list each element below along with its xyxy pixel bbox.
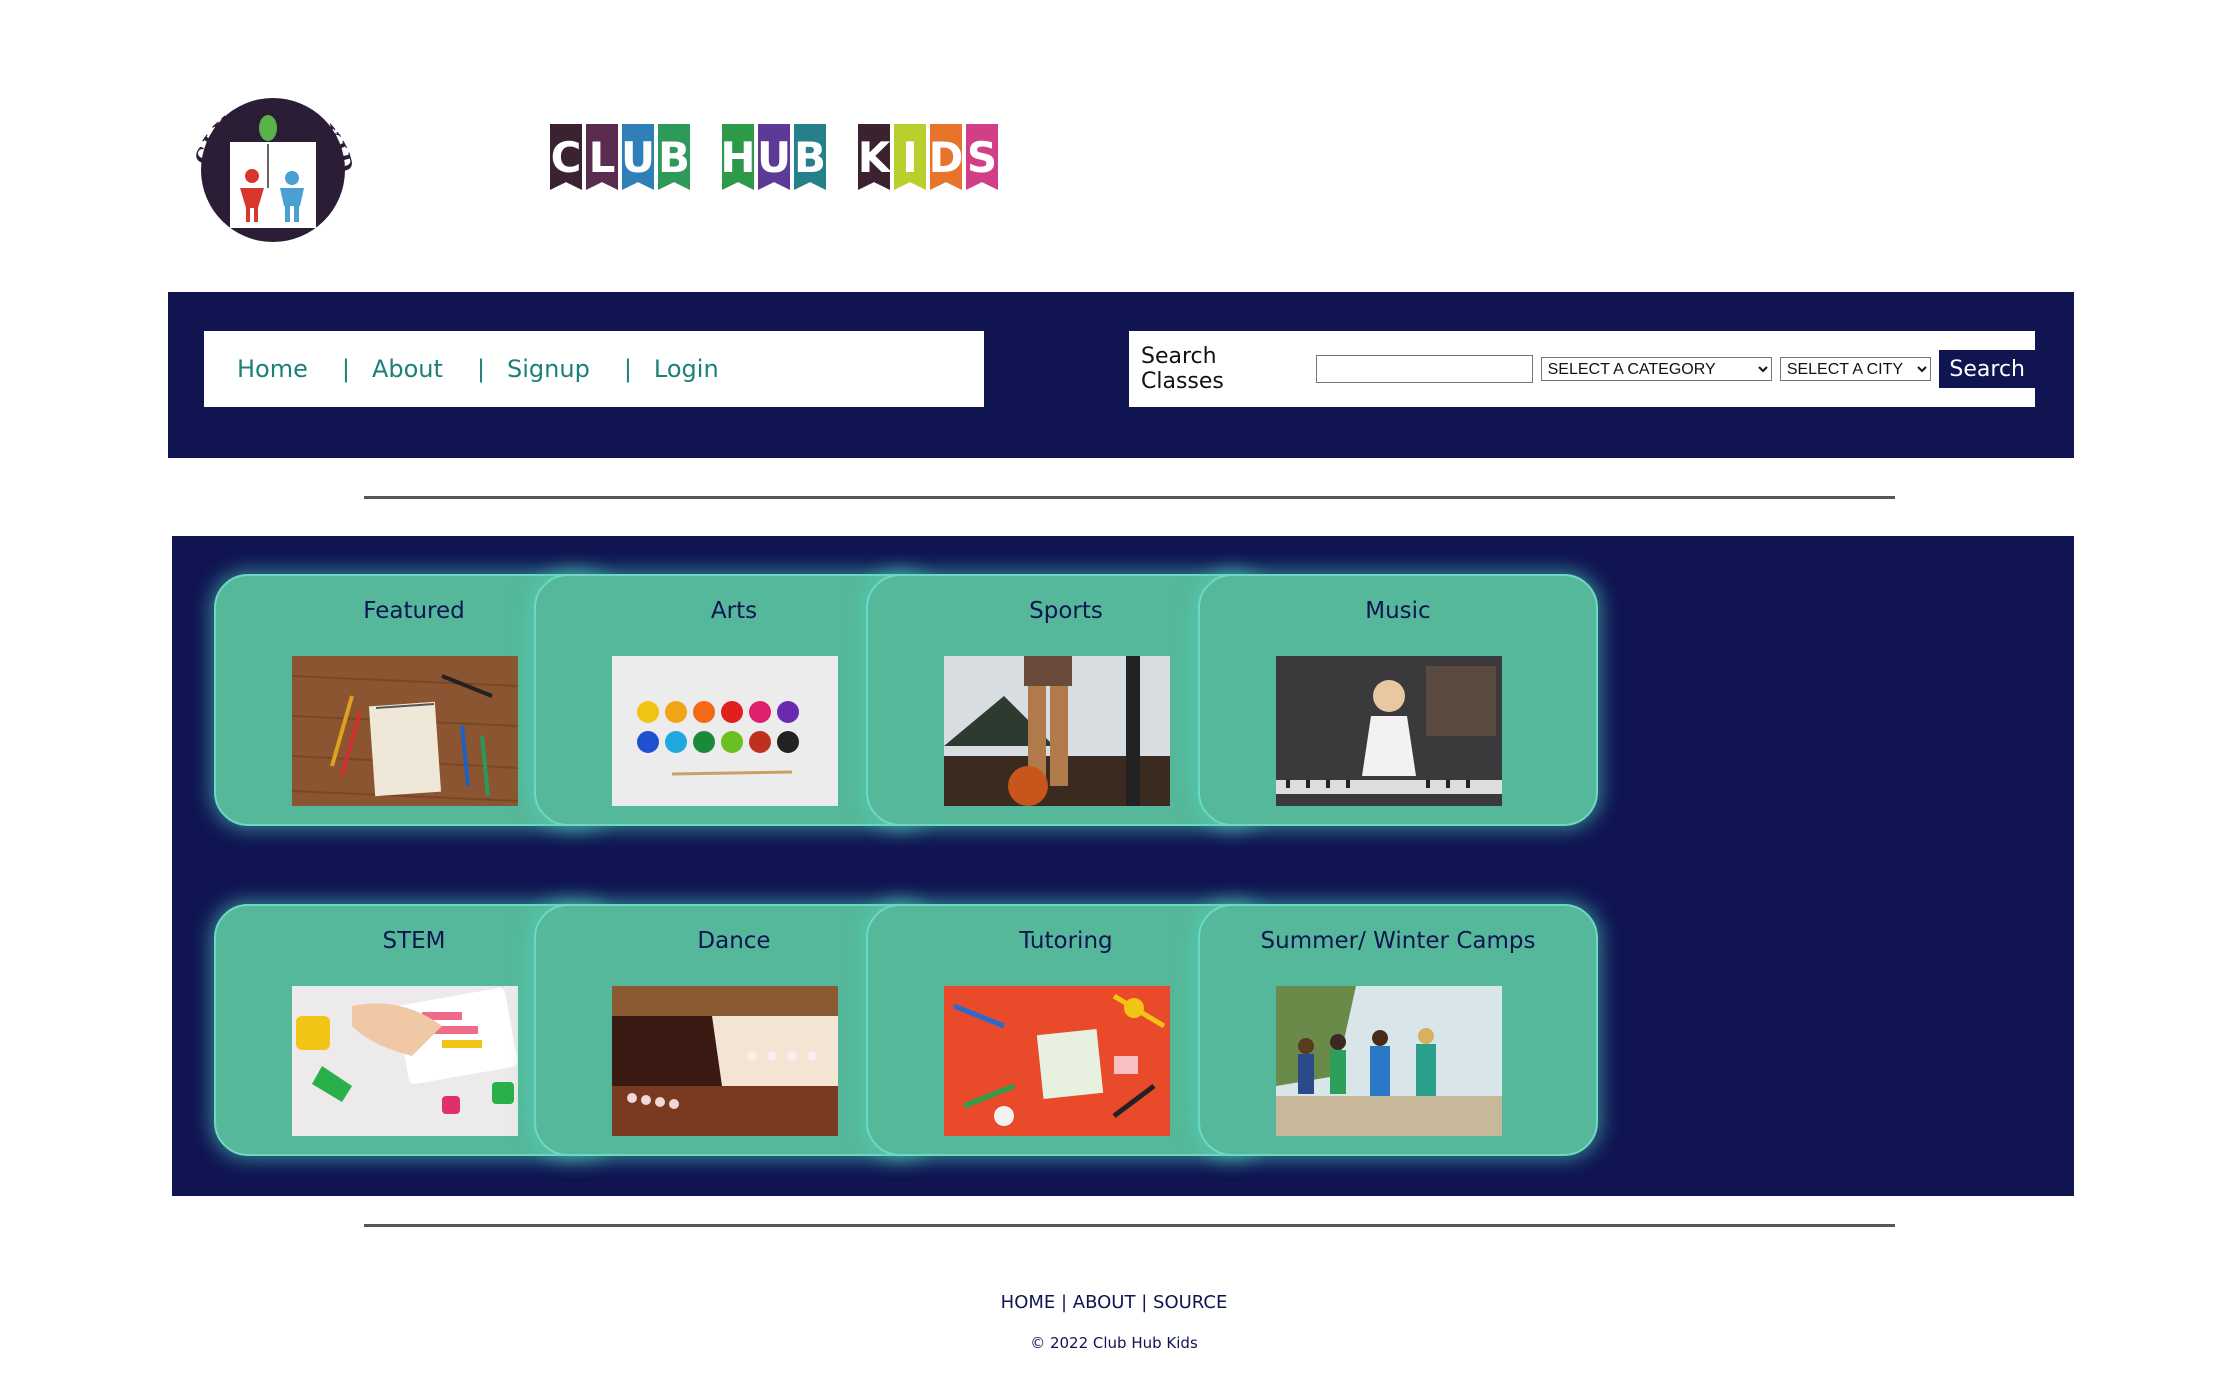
category-title: Summer/ Winter Camps: [1260, 928, 1536, 954]
wordmark-word: HUB: [722, 124, 826, 190]
footer-separator: |: [1061, 1292, 1073, 1313]
girl-piano-image: [1276, 656, 1502, 806]
wordmark-letter-tile: D: [930, 124, 962, 190]
search-button[interactable]: Search: [1939, 350, 2036, 388]
wordmark-letter-tile: C: [550, 124, 582, 190]
wordmark-letter-tile: L: [586, 124, 618, 190]
category-title: Music: [1365, 598, 1431, 624]
footer-link-source[interactable]: SOURCE: [1153, 1292, 1227, 1313]
kids-camp-image: [1276, 986, 1502, 1136]
nav-link-home[interactable]: Home: [237, 355, 308, 383]
nav-separator: |: [623, 355, 632, 383]
footer-link-about[interactable]: ABOUT: [1073, 1292, 1136, 1313]
wordmark-letter-tile: I: [894, 124, 926, 190]
nav-separator: |: [341, 355, 350, 383]
basketball-kid-image: [944, 656, 1170, 806]
paint-palette-image: [612, 656, 838, 806]
wordmark-letter-tile: U: [758, 124, 790, 190]
ballet-studio-image: [612, 986, 838, 1136]
nav-link-signup[interactable]: Signup: [507, 355, 590, 383]
nav-link-about[interactable]: About: [372, 355, 443, 383]
main-nav-links: Home | About | Signup | Login: [204, 331, 984, 407]
copyright-text: © 2022 Club Hub Kids: [1030, 1334, 1198, 1352]
nav-link-login[interactable]: Login: [654, 355, 719, 383]
school-supplies-image: [944, 986, 1170, 1136]
category-card-music[interactable]: Music: [1198, 574, 1598, 826]
search-classes-form: Search Classes SELECT A CATEGORY SELECT …: [1129, 331, 2036, 407]
wordmark-letter-tile: B: [658, 124, 690, 190]
wordmark-letter-tile: U: [622, 124, 654, 190]
footer-links: HOME | ABOUT | SOURCE: [0, 1292, 2228, 1313]
divider-line: [364, 1224, 1895, 1227]
divider-line: [364, 496, 1895, 499]
category-card-camps[interactable]: Summer/ Winter Camps: [1198, 904, 1598, 1156]
nav-separator: |: [476, 355, 486, 383]
category-grid: Featured Arts Sports Music STEM Dance Tu…: [172, 536, 2074, 1196]
notebook-pencils-image: [292, 656, 518, 806]
city-select[interactable]: SELECT A CITY: [1779, 357, 1932, 381]
search-input[interactable]: [1315, 355, 1533, 383]
wordmark-word: KIDS: [858, 124, 998, 190]
footer-separator: |: [1141, 1292, 1154, 1313]
category-select[interactable]: SELECT A CATEGORY: [1540, 357, 1772, 381]
search-classes-label: Search Classes: [1141, 344, 1224, 394]
club-hub-kids-badge-logo[interactable]: CLUB HUB KIDS: [180, 58, 358, 248]
wordmark-letter-tile: B: [794, 124, 826, 190]
footer-link-home[interactable]: HOME: [1001, 1292, 1056, 1313]
wordmark-letter-tile: H: [722, 124, 754, 190]
wordmark-letter-tile: K: [858, 124, 890, 190]
wordmark-letter-tile: S: [966, 124, 998, 190]
club-hub-kids-wordmark[interactable]: CLUBHUBKIDS: [550, 124, 1020, 190]
wordmark-word: CLUB: [550, 124, 690, 190]
robot-coding-image: [292, 986, 518, 1136]
